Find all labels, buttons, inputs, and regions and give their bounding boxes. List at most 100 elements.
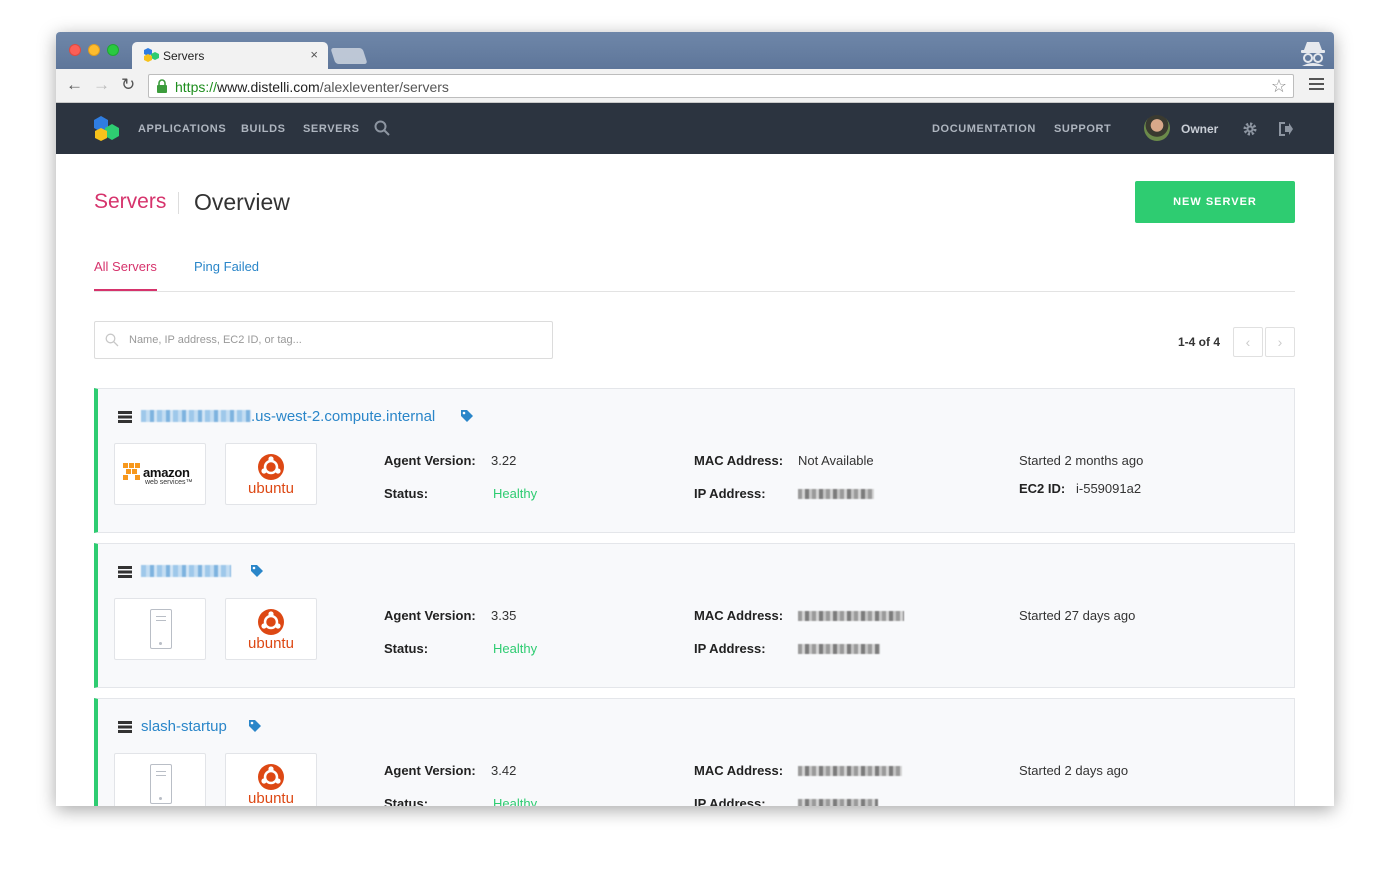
logout-icon[interactable] xyxy=(1278,121,1294,137)
search-icon[interactable] xyxy=(374,120,390,136)
back-icon[interactable]: ← xyxy=(66,75,83,95)
breadcrumb-separator xyxy=(178,192,179,214)
aws-wordmark: amazon xyxy=(143,465,190,480)
os-logo-ubuntu: ubuntu xyxy=(225,753,317,806)
breadcrumb-servers[interactable]: Servers xyxy=(94,190,166,214)
provider-logo-aws: amazon web services™ xyxy=(114,443,206,505)
ubuntu-icon xyxy=(258,609,284,635)
ubuntu-icon xyxy=(258,764,284,790)
tab-ping-failed[interactable]: Ping Failed xyxy=(194,259,259,289)
server-name-link[interactable]: slash-startup xyxy=(141,718,227,735)
tag-icon[interactable] xyxy=(248,719,262,733)
minimize-window-button[interactable] xyxy=(88,44,100,56)
agent-version-label: Agent Version: xyxy=(384,763,476,778)
tab-all-servers[interactable]: All Servers xyxy=(94,259,157,291)
ubuntu-icon xyxy=(258,454,284,480)
redacted-hostname xyxy=(141,565,231,577)
status-badge: Healthy xyxy=(493,796,538,806)
avatar[interactable] xyxy=(1144,115,1170,141)
ip-address-label: IP Address: xyxy=(694,641,766,656)
status-badge: Healthy xyxy=(493,641,538,656)
agent-version-label: Agent Version: xyxy=(384,453,476,468)
distelli-logo-icon[interactable] xyxy=(92,116,120,142)
redacted-hostname xyxy=(141,410,251,422)
status-label: Status: xyxy=(384,486,429,501)
ec2-id-label: EC2 ID: xyxy=(1019,481,1066,496)
browser-toolbar: ← → ↻ https://www.distelli.com/alexleven… xyxy=(56,69,1334,103)
ip-address-value xyxy=(798,486,874,501)
nav-applications[interactable]: APPLICATIONS xyxy=(138,123,226,135)
tag-icon[interactable] xyxy=(250,564,264,578)
new-server-button[interactable]: NEW SERVER xyxy=(1135,181,1295,223)
tab-strip: Servers × xyxy=(56,32,1334,69)
server-icon xyxy=(118,721,132,733)
mac-address-label: MAC Address: xyxy=(694,763,784,778)
ubuntu-wordmark: ubuntu xyxy=(248,635,294,652)
page-title: Overview xyxy=(194,189,290,215)
url-text[interactable]: https://www.distelli.com/alexleventer/se… xyxy=(175,79,449,95)
ubuntu-wordmark: ubuntu xyxy=(248,480,294,497)
bookmark-star-icon[interactable]: ☆ xyxy=(1271,76,1287,97)
search-input[interactable] xyxy=(129,328,539,352)
ec2-id-value: i-559091a2 xyxy=(1076,481,1142,496)
forward-icon[interactable]: → xyxy=(93,75,110,95)
app-navbar: APPLICATIONS BUILDS SERVERS DOCUMENTATIO… xyxy=(56,103,1334,154)
tab-title: Servers xyxy=(163,49,205,63)
server-name-link[interactable] xyxy=(141,563,231,580)
mac-address-label: MAC Address: xyxy=(694,453,784,468)
server-name-link[interactable]: .us-west-2.compute.internal xyxy=(141,408,435,425)
server-card[interactable]: .us-west-2.compute.internal amazon web s… xyxy=(94,388,1295,533)
user-role[interactable]: Owner xyxy=(1181,122,1218,136)
mac-address-value: Not Available xyxy=(798,453,874,468)
agent-version-value: 3.35 xyxy=(491,608,517,623)
tab-close-icon[interactable]: × xyxy=(310,47,318,62)
pagination-next-button[interactable]: › xyxy=(1265,327,1295,357)
agent-version-value: 3.42 xyxy=(491,763,517,778)
servers-page: Servers Overview NEW SERVER All Servers … xyxy=(56,154,1334,806)
mac-address-label: MAC Address: xyxy=(694,608,784,623)
browser-tab[interactable]: Servers × xyxy=(132,42,328,69)
tag-icon[interactable] xyxy=(460,409,474,423)
os-logo-ubuntu: ubuntu xyxy=(225,443,317,505)
provider-logo-generic xyxy=(114,753,206,806)
pagination-prev-button[interactable]: ‹ xyxy=(1233,327,1263,357)
mac-address-value xyxy=(798,608,904,623)
gear-icon[interactable] xyxy=(1242,121,1258,137)
status-label: Status: xyxy=(384,796,429,806)
ip-address-label: IP Address: xyxy=(694,486,766,501)
filter-tabs: All Servers Ping Failed xyxy=(94,252,1295,292)
menu-icon[interactable] xyxy=(1309,78,1324,91)
server-search xyxy=(94,321,553,359)
server-card[interactable]: slash-startup ubuntu Agent Version: 3.42… xyxy=(94,698,1295,806)
nav-support[interactable]: SUPPORT xyxy=(1054,123,1111,135)
new-tab-button[interactable] xyxy=(330,48,368,64)
address-bar[interactable]: https://www.distelli.com/alexleventer/se… xyxy=(148,74,1294,98)
started-time: Started 2 months ago xyxy=(1019,453,1144,468)
ubuntu-wordmark: ubuntu xyxy=(248,790,294,806)
started-time: Started 27 days ago xyxy=(1019,608,1136,623)
lock-icon xyxy=(157,79,167,93)
server-icon xyxy=(118,411,132,423)
provider-logo-generic xyxy=(114,598,206,660)
server-icon xyxy=(118,566,132,578)
os-logo-ubuntu: ubuntu xyxy=(225,598,317,660)
agent-version-label: Agent Version: xyxy=(384,608,476,623)
nav-servers[interactable]: SERVERS xyxy=(303,123,360,135)
generic-server-icon xyxy=(150,764,172,804)
aws-cubes-icon xyxy=(123,463,140,480)
nav-builds[interactable]: BUILDS xyxy=(241,123,286,135)
server-card[interactable]: ubuntu Agent Version: 3.35 Status: Healt… xyxy=(94,543,1295,688)
generic-server-icon xyxy=(150,609,172,649)
nav-documentation[interactable]: DOCUMENTATION xyxy=(932,123,1036,135)
reload-icon[interactable]: ↻ xyxy=(121,75,135,95)
status-label: Status: xyxy=(384,641,429,656)
mac-address-value xyxy=(798,763,902,778)
agent-version-value: 3.22 xyxy=(491,453,517,468)
maximize-window-button[interactable] xyxy=(107,44,119,56)
ip-address-value xyxy=(798,641,880,656)
ip-address-value xyxy=(798,796,878,806)
close-window-button[interactable] xyxy=(69,44,81,56)
status-badge: Healthy xyxy=(493,486,538,501)
pagination-range: 1-4 of 4 xyxy=(1178,335,1221,349)
started-time: Started 2 days ago xyxy=(1019,763,1129,778)
